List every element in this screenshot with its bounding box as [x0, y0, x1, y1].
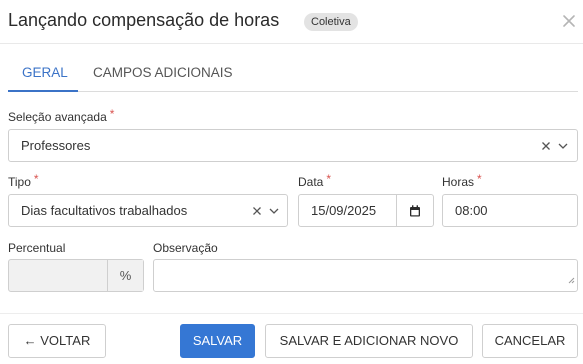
- observacao-textarea[interactable]: [153, 259, 578, 292]
- required-marker: *: [109, 107, 115, 121]
- tipo-value: Dias facultativos trabalhados: [21, 203, 188, 218]
- header-divider: [0, 43, 583, 44]
- tab-campos-adicionais[interactable]: CAMPOS ADICIONAIS: [93, 65, 233, 80]
- footer-divider: [0, 313, 583, 314]
- horas-field[interactable]: 08:00: [442, 194, 578, 227]
- percentual-input[interactable]: %: [8, 259, 144, 292]
- chevron-down-icon[interactable]: [267, 204, 281, 218]
- save-button[interactable]: SALVAR: [180, 324, 255, 358]
- required-marker: *: [33, 172, 39, 186]
- dialog-header: Lançando compensação de horas Coletiva: [0, 0, 583, 44]
- active-tab-indicator: [8, 90, 78, 92]
- back-button[interactable]: ← VOLTAR: [8, 324, 106, 358]
- data-label: Data *: [298, 172, 332, 189]
- percent-addon: %: [107, 260, 143, 291]
- chevron-down-icon[interactable]: [556, 139, 570, 153]
- dialog-title: Lançando compensação de horas: [8, 10, 280, 30]
- tipo-label: Tipo *: [8, 172, 39, 189]
- date-value: 15/09/2025: [311, 203, 377, 218]
- save-and-add-new-button[interactable]: SALVAR E ADICIONAR NOVO: [265, 324, 473, 358]
- percentual-label: Percentual: [8, 241, 66, 255]
- required-marker: *: [326, 172, 332, 186]
- selecao-value: Professores: [21, 138, 91, 153]
- selecao-label: Seleção avançada *: [8, 107, 115, 124]
- tab-bar: GERAL CAMPOS ADICIONAIS: [8, 58, 578, 92]
- horas-value: 08:00: [455, 203, 488, 218]
- tabs-divider: [8, 91, 578, 92]
- calendar-icon[interactable]: [408, 204, 422, 218]
- clear-icon[interactable]: [539, 139, 553, 153]
- tab-geral[interactable]: GERAL: [22, 65, 68, 80]
- close-icon[interactable]: [558, 10, 580, 32]
- clear-icon[interactable]: [250, 204, 264, 218]
- required-marker: *: [477, 172, 482, 186]
- date-divider: [396, 195, 397, 226]
- observacao-label: Observação: [153, 241, 218, 255]
- resize-handle-icon[interactable]: [567, 271, 575, 289]
- horas-label: Horas *: [442, 172, 482, 189]
- collective-badge: Coletiva: [304, 13, 358, 31]
- tipo-select[interactable]: Dias facultativos trabalhados: [8, 194, 288, 227]
- cancel-button[interactable]: CANCELAR: [482, 324, 578, 358]
- selecao-select[interactable]: Professores: [8, 129, 578, 162]
- date-field[interactable]: 15/09/2025: [298, 194, 434, 227]
